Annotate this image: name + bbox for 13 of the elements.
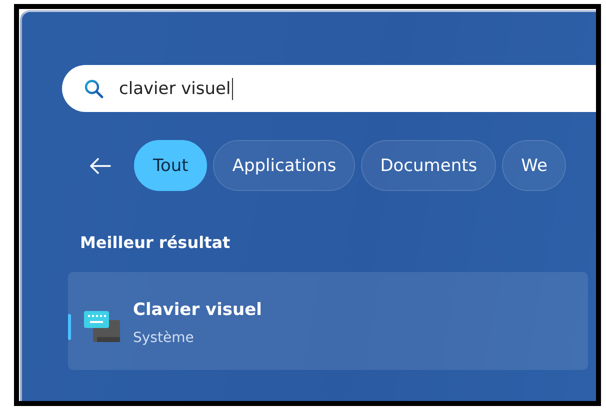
result-item[interactable]: Clavier visuel Système [68, 272, 588, 370]
result-title: Clavier visuel [133, 300, 262, 320]
search-icon [84, 78, 104, 98]
section-heading: Meilleur résultat [80, 233, 232, 252]
filter-tab[interactable]: Applications [213, 140, 356, 191]
keyboard-icon [83, 308, 121, 344]
result-subtitle: Système [133, 330, 195, 346]
filter-tab[interactable]: Documents [361, 140, 496, 191]
filter-tab[interactable]: Tout [134, 140, 208, 191]
search-field[interactable]: clavier visuel [62, 65, 596, 112]
text-cursor [232, 78, 233, 100]
filter-tab[interactable]: We [502, 140, 566, 191]
back-arrow-icon[interactable] [88, 156, 112, 176]
